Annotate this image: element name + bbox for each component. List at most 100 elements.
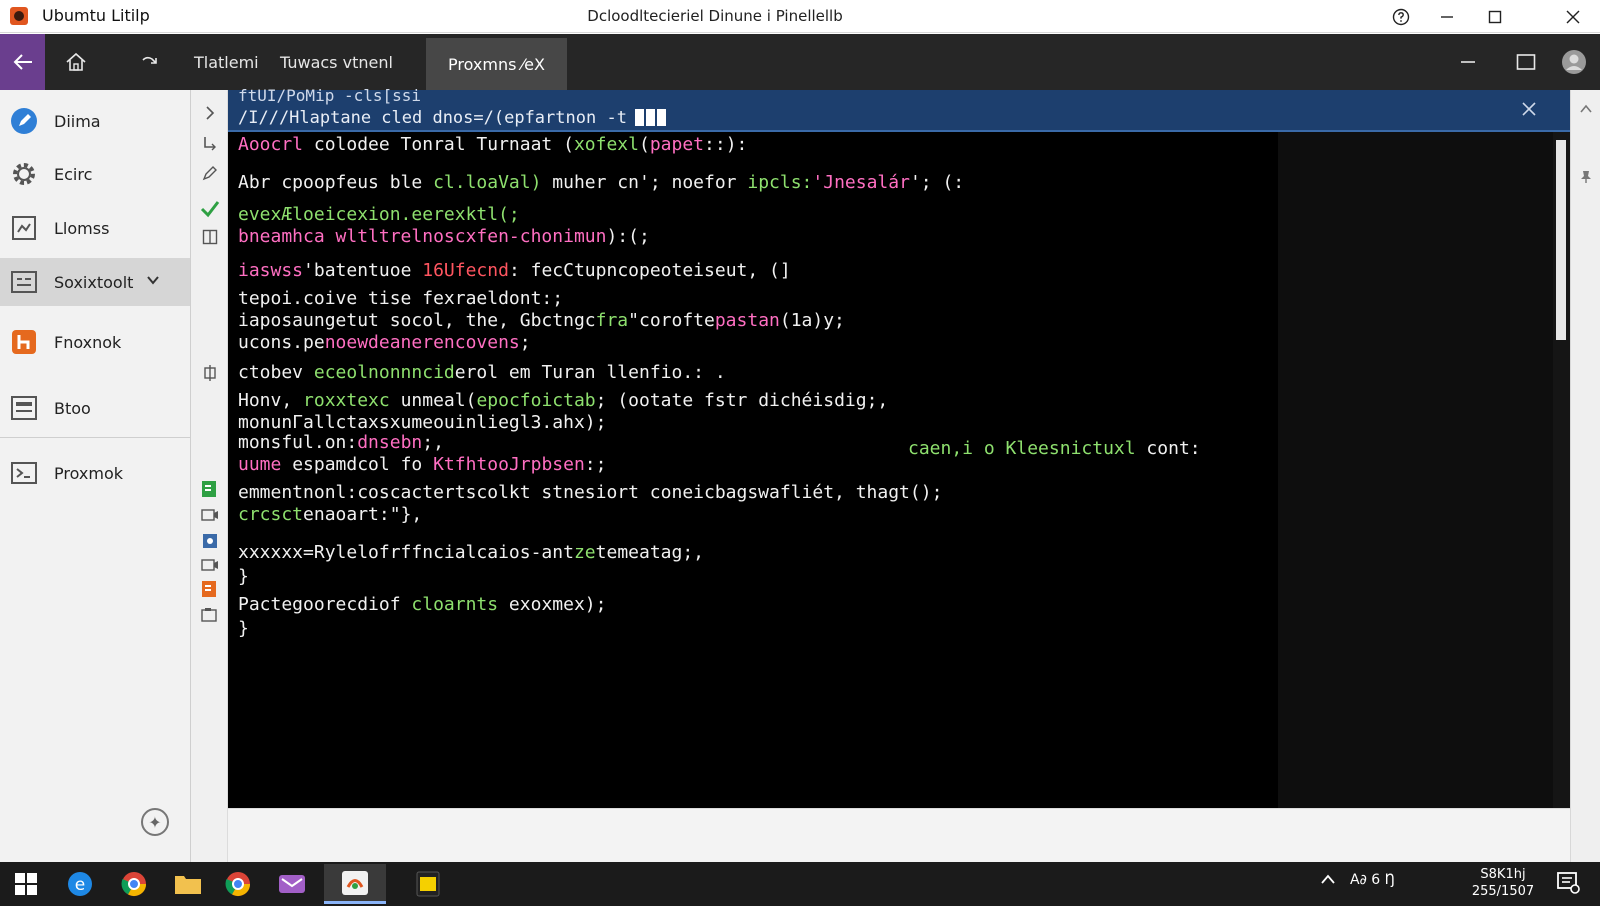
help-button[interactable] xyxy=(1378,0,1424,33)
maximize-button[interactable] xyxy=(1472,0,1518,33)
tab-proxmns-active[interactable]: Proxmns ⁄eX xyxy=(426,38,567,90)
camera-icon[interactable] xyxy=(199,604,221,626)
terminal-token: Aoocrl xyxy=(238,134,314,155)
terminal-token: caen,i o xyxy=(908,438,1006,459)
minimize-button[interactable] xyxy=(1424,0,1470,33)
minimize-icon xyxy=(1441,15,1453,18)
status-area xyxy=(228,808,1570,862)
sidebar-item-label: Ecirc xyxy=(54,164,93,184)
terminal-panel: ftUI/PoMip -cls[ssi /I///Hlaptane cled d… xyxy=(228,86,1570,808)
taskbar-edge[interactable]: e xyxy=(58,864,102,904)
terminal-line: ucons.penoewdeanerencovens; xyxy=(238,332,531,353)
checkmark-icon[interactable] xyxy=(199,198,221,220)
close-panel-button[interactable] xyxy=(1518,98,1540,120)
terminal-token: Ktfhtoo xyxy=(433,454,509,475)
tab-tuwacs[interactable]: Tuwacs vtnenl xyxy=(280,34,393,90)
chevron-down-icon xyxy=(146,272,160,291)
window-toggle-button[interactable] xyxy=(1506,34,1546,90)
terminal-token: epocfoictab xyxy=(476,390,596,411)
avatar-icon xyxy=(1562,50,1586,74)
terminal-token: Jrpbsen xyxy=(508,454,585,475)
sidebar-item-llomss[interactable]: Llomss xyxy=(0,204,190,252)
terminal-token: unmeal( xyxy=(389,390,477,411)
sidebar-item-btoo[interactable]: Btoo xyxy=(0,384,190,432)
windows-icon xyxy=(15,873,37,895)
sidebar-item-label: Proxmok xyxy=(54,463,123,483)
terminal-header: ftUI/PoMip -cls[ssi /I///Hlaptane cled d… xyxy=(228,86,1570,132)
back-button[interactable] xyxy=(0,34,45,90)
home-button[interactable] xyxy=(56,34,96,90)
terminal-token: monsful.on: xyxy=(238,432,358,453)
terminal-line: Abr cpoopfeus ble cl.loaVal) muher cn'; … xyxy=(238,172,964,193)
refresh-button[interactable] xyxy=(130,34,170,90)
sidebar-item-diima[interactable]: Diima xyxy=(0,97,190,145)
terminal-token: roxxtexc xyxy=(303,390,390,411)
taskbar-notes[interactable] xyxy=(406,864,450,904)
sidebar-item-label: Btoo xyxy=(54,398,91,418)
terminal-scrollbar[interactable] xyxy=(1553,132,1570,808)
green-doc-icon[interactable] xyxy=(199,478,221,500)
taskbar-chrome-2[interactable] xyxy=(216,864,260,904)
window-icon xyxy=(1516,54,1536,70)
terminal-token: Pactegoorecdiof xyxy=(238,594,412,615)
terminal-output[interactable]: Aoocrl colodee Tonral Turnaat (xofexl(pa… xyxy=(228,132,1278,808)
tray-icons[interactable]: A∂ 6 Ŋ xyxy=(1350,872,1395,888)
chrome-icon xyxy=(121,872,146,897)
terminal-header-command: /I///Hlaptane cled dnos=/(epfartnon -t xyxy=(238,108,668,128)
terminal-token: evexÆloeicexion.eerexktl(; xyxy=(238,204,520,225)
taskbar-clock[interactable]: S8K1hj 255/1507 xyxy=(1466,866,1540,900)
add-button[interactable]: ✦ xyxy=(141,808,169,836)
terminal-line: tepoi.coive tise fexraeldont:; xyxy=(238,288,563,309)
terminal-token: ; (ootate fstr dichéisdig;, xyxy=(595,390,889,411)
terminal-token: crcsct xyxy=(238,504,304,525)
start-button[interactable] xyxy=(4,864,48,904)
expand-icon[interactable] xyxy=(199,362,221,384)
video-icon[interactable] xyxy=(199,504,221,526)
user-avatar[interactable] xyxy=(1554,34,1594,90)
corner-arrow-icon[interactable] xyxy=(199,132,221,154)
terminal-line: Pactegoorecdiof cloarnts exoxmex); xyxy=(238,594,606,615)
notification-icon[interactable] xyxy=(1556,870,1580,898)
sidebar-item-soxixtoolt[interactable]: Soxixtoolt xyxy=(0,258,190,306)
terminal-header-command-text: /I///Hlaptane cled dnos=/(epfartnon -t xyxy=(238,108,627,128)
image-icon xyxy=(10,214,38,242)
taskbar-mail[interactable] xyxy=(270,864,314,904)
terminal-token: fra xyxy=(595,310,629,331)
terminal-token: colodee Tonral Turnaat ( xyxy=(313,134,574,155)
chevron-right-icon[interactable] xyxy=(199,102,221,124)
terminal-line: monsful.on:dnsebn;, xyxy=(238,432,444,453)
terminal-token: iaposaungetut socol, the, Gbctngc xyxy=(238,310,596,331)
terminal-token: eceolnonnncid xyxy=(313,362,455,383)
terminal-line: emmentnonl:coscactertscolkt stnesiort co… xyxy=(238,482,942,503)
terminal-token: iaswss xyxy=(238,260,304,281)
terminal-line: bneamhca wltltrelnoscxfen-chonimun):(; xyxy=(238,226,650,247)
sidebar-item-proxmok[interactable]: Proxmok xyxy=(0,449,190,497)
scroll-thumb[interactable] xyxy=(1556,140,1566,340)
terminal-token: } xyxy=(238,566,249,587)
taskbar-chrome[interactable] xyxy=(112,864,156,904)
tray-chevron-up-icon[interactable] xyxy=(1320,872,1336,890)
terminal-token: noewdeanerencovens xyxy=(324,332,520,353)
image-stack-icon[interactable] xyxy=(199,530,221,552)
terminal-token: (1a)y; xyxy=(779,310,845,331)
terminal-token: 16Ufecnd xyxy=(422,260,509,281)
minus-icon xyxy=(1461,61,1475,63)
sidebar-item-ecirc[interactable]: Ecirc xyxy=(0,150,190,198)
taskbar-terminal-app[interactable] xyxy=(324,864,386,904)
terminal-line: evexÆloeicexion.eerexktl(; xyxy=(238,204,520,225)
pin-icon[interactable] xyxy=(1577,168,1595,186)
collapse-button[interactable] xyxy=(1448,34,1488,90)
tab-tlatlemi[interactable]: Tlatlemi xyxy=(194,34,259,90)
app-terminal-icon xyxy=(342,870,368,895)
chevron-up-icon[interactable] xyxy=(1577,100,1595,118)
pencil-icon[interactable] xyxy=(199,162,221,184)
clock-time: S8K1hj xyxy=(1480,867,1526,882)
video-small-icon[interactable] xyxy=(199,554,221,576)
terminal-token: pastan xyxy=(714,310,780,331)
orange-doc-icon[interactable] xyxy=(199,578,221,600)
terminal-token: cloarnts xyxy=(411,594,499,615)
close-window-button[interactable] xyxy=(1550,0,1596,33)
sidebar-item-fnoxnok[interactable]: Fnoxnok xyxy=(0,318,190,366)
split-icon[interactable] xyxy=(199,226,221,248)
taskbar-files[interactable] xyxy=(166,864,210,904)
